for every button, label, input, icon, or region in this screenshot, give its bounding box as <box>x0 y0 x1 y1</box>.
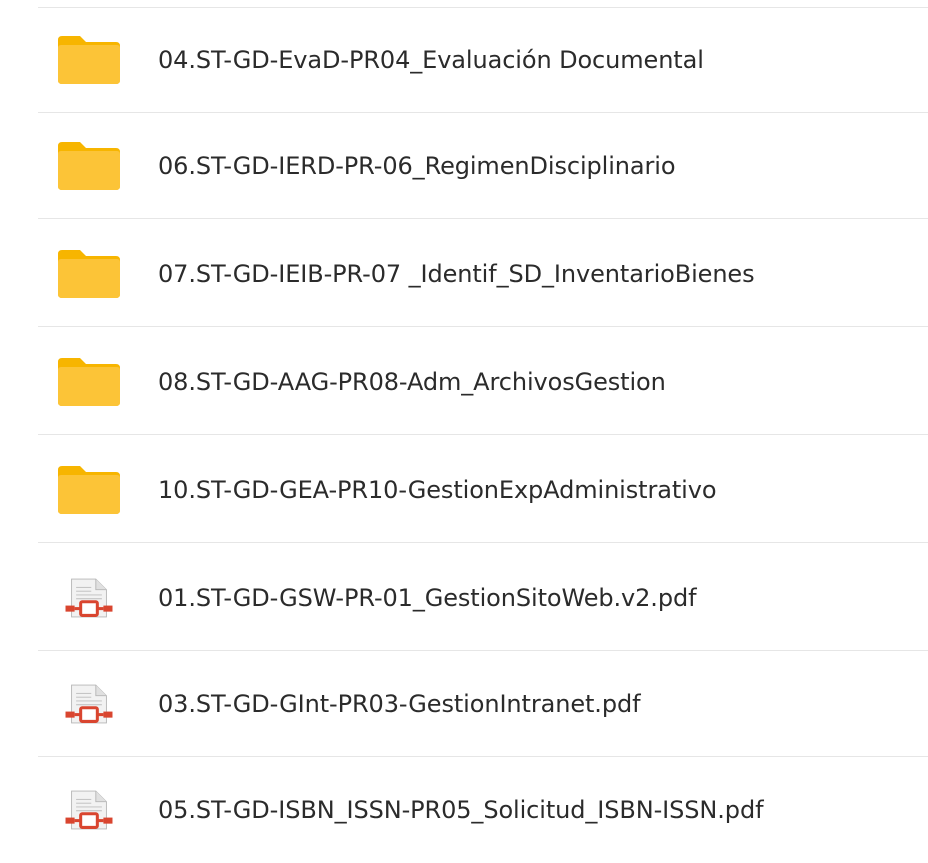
file-row-pdf[interactable]: 03.ST-GD-GInt-PR03-GestionIntranet.pdf <box>0 651 928 757</box>
file-row-folder[interactable]: 04.ST-GD-EvaD-PR04_Evaluación Documental <box>0 7 928 113</box>
pdf-file-icon <box>65 790 113 830</box>
pdf-file-icon <box>65 578 113 618</box>
row-separator <box>38 326 928 327</box>
file-name: 01.ST-GD-GSW-PR-01_GestionSitoWeb.v2.pdf <box>158 584 697 612</box>
file-row-pdf[interactable]: 01.ST-GD-GSW-PR-01_GestionSitoWeb.v2.pdf <box>0 545 928 651</box>
file-list: 04.ST-GD-EvaD-PR04_Evaluación Documental… <box>0 0 928 860</box>
file-row-folder[interactable]: 06.ST-GD-IERD-PR-06_RegimenDisciplinario <box>0 113 928 219</box>
row-separator <box>38 542 928 543</box>
file-name: 08.ST-GD-AAG-PR08-Adm_ArchivosGestion <box>158 368 666 396</box>
pdf-file-icon <box>65 684 113 724</box>
row-separator <box>38 218 928 219</box>
file-name: 03.ST-GD-GInt-PR03-GestionIntranet.pdf <box>158 690 641 718</box>
row-separator <box>38 7 928 8</box>
file-name: 07.ST-GD-IEIB-PR-07 _Identif_SD_Inventar… <box>158 260 755 288</box>
file-row-folder[interactable]: 08.ST-GD-AAG-PR08-Adm_ArchivosGestion <box>0 329 928 435</box>
file-name: 10.ST-GD-GEA-PR10-GestionExpAdministrati… <box>158 476 717 504</box>
file-name: 04.ST-GD-EvaD-PR04_Evaluación Documental <box>158 46 704 74</box>
folder-icon <box>58 466 120 514</box>
file-row-pdf[interactable]: 05.ST-GD-ISBN_ISSN-PR05_Solicitud_ISBN-I… <box>0 757 928 863</box>
folder-icon <box>58 358 120 406</box>
folder-icon <box>58 36 120 84</box>
row-separator <box>38 434 928 435</box>
file-row-folder[interactable]: 07.ST-GD-IEIB-PR-07 _Identif_SD_Inventar… <box>0 221 928 327</box>
folder-icon <box>58 142 120 190</box>
file-name: 05.ST-GD-ISBN_ISSN-PR05_Solicitud_ISBN-I… <box>158 796 764 824</box>
file-name: 06.ST-GD-IERD-PR-06_RegimenDisciplinario <box>158 152 676 180</box>
folder-icon <box>58 250 120 298</box>
file-row-folder[interactable]: 10.ST-GD-GEA-PR10-GestionExpAdministrati… <box>0 437 928 543</box>
